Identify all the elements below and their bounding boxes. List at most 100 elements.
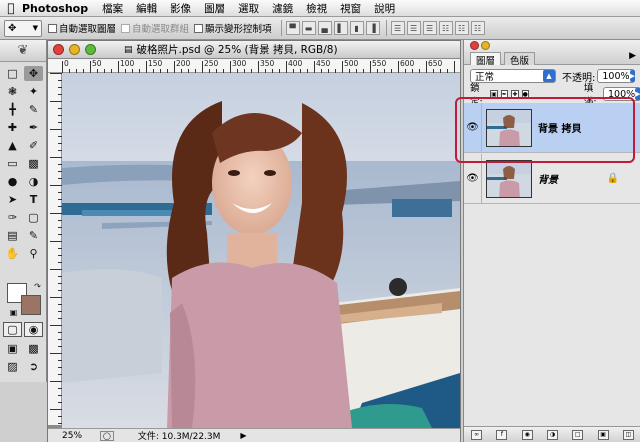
shape-tool-icon[interactable]: ▢ (24, 210, 43, 225)
distribute-right-button[interactable]: ☷ (470, 21, 485, 35)
crop-tool-icon[interactable]: ╋ (3, 102, 22, 117)
marquee-tool-icon[interactable]: □ (3, 66, 22, 81)
slice-tool-icon[interactable]: ✎ (24, 102, 43, 117)
adjustment-layer-icon[interactable]: ◑ (546, 429, 558, 440)
vertical-ruler[interactable] (48, 73, 62, 425)
add-mask-icon[interactable]: ◉ (521, 429, 533, 440)
distribute-bottom-button[interactable]: ☰ (422, 21, 437, 35)
apple-menu-icon[interactable]:  (0, 1, 22, 15)
align-middle-button[interactable]: ▬ (301, 21, 316, 35)
divider (280, 20, 282, 36)
lasso-tool-icon[interactable]: ❃ (3, 84, 22, 99)
ruler-label: 250 (204, 59, 219, 68)
ruler-label: 400 (288, 59, 303, 68)
swap-colors-icon[interactable]: ↷ (28, 279, 47, 294)
background-color-swatch[interactable] (21, 295, 41, 315)
panel-menu-icon[interactable]: ▶ (629, 51, 636, 61)
move-tool-icon[interactable]: ✥ (24, 66, 43, 81)
selection-highlight-outline (455, 97, 635, 163)
default-colors-icon[interactable]: ▣ (4, 305, 23, 320)
photo-image (62, 73, 460, 428)
ruler-label: 550 (372, 59, 387, 68)
show-transform-controls-checkbox[interactable]: 顯示變形控制項 (194, 21, 272, 35)
clone-stamp-tool-icon[interactable]: ▲ (3, 138, 22, 153)
tab-layers[interactable]: 圖層 (470, 52, 502, 67)
options-bar: ✥ ▼ 自動選取圖層 自動選取群組 顯示變形控制項 ▀ ▬ ▄ ▌ ▮ ▐ ☰ … (0, 17, 640, 40)
zoom-tool-icon[interactable]: ⚲ (24, 246, 43, 261)
menu-file[interactable]: 檔案 (102, 1, 123, 16)
distribute-top-button[interactable]: ☰ (390, 21, 405, 35)
screen-mode-full-icon[interactable]: ▩ (24, 341, 43, 356)
menu-image[interactable]: 影像 (170, 1, 191, 16)
tab-channels[interactable]: 色版 (504, 52, 536, 67)
minimize-panel-button[interactable] (481, 41, 490, 50)
zoom-level[interactable]: 25% (62, 431, 82, 441)
link-layers-icon[interactable]: ∞ (471, 429, 483, 440)
auto-select-group-checkbox[interactable]: 自動選取群組 (121, 21, 189, 35)
app-menu[interactable]: Photoshop (22, 2, 88, 15)
auto-select-layer-checkbox[interactable]: 自動選取圖層 (48, 21, 116, 35)
gradient-tool-icon[interactable]: ▩ (24, 156, 43, 171)
photo-canvas[interactable] (62, 73, 460, 428)
brush-tool-icon[interactable]: ✒ (24, 120, 43, 135)
document-title: ▤ 破格照片.psd @ 25% (背景 拷貝, RGB/8) (124, 42, 338, 57)
opacity-input[interactable]: 100% ▶ (597, 69, 636, 83)
align-center-button[interactable]: ▮ (349, 21, 364, 35)
align-bottom-button[interactable]: ▄ (317, 21, 332, 35)
menu-edit[interactable]: 編輯 (136, 1, 157, 16)
tool-preset-picker[interactable]: ✥ ▼ (4, 19, 42, 37)
type-tool-icon[interactable]: T (24, 192, 43, 207)
notes-tool-icon[interactable]: ▤ (3, 228, 22, 243)
screen-mode-fullscreen-icon[interactable]: ▨ (3, 359, 22, 374)
history-brush-tool-icon[interactable]: ✐ (24, 138, 43, 153)
document-size-info: 文件: 10.3M/22.3M (137, 432, 221, 442)
minimize-window-button[interactable] (69, 44, 80, 55)
close-panel-button[interactable] (470, 41, 479, 50)
menu-bar:  Photoshop 檔案 編輯 影像 圖層 選取 濾鏡 檢視 視窗 說明 (0, 0, 640, 17)
menu-filter[interactable]: 濾鏡 (272, 1, 293, 16)
blur-tool-icon[interactable]: ● (3, 174, 22, 189)
status-menu-icon[interactable]: ◯ (100, 430, 114, 441)
opacity-value: 100% (602, 70, 630, 82)
opacity-slider-icon[interactable]: ▶ (629, 70, 635, 82)
dodge-tool-icon[interactable]: ◑ (24, 174, 43, 189)
show-transform-controls-label: 顯示變形控制項 (205, 24, 272, 35)
distribute-middle-button[interactable]: ☰ (406, 21, 421, 35)
close-window-button[interactable] (53, 44, 64, 55)
layer-name[interactable]: 背景 (538, 171, 558, 186)
align-right-button[interactable]: ▐ (365, 21, 380, 35)
document-window: ▤ 破格照片.psd @ 25% (背景 拷貝, RGB/8) 0 50 100 150… (47, 40, 461, 442)
menu-view[interactable]: 檢視 (306, 1, 327, 16)
align-top-button[interactable]: ▀ (285, 21, 300, 35)
jump-to-imageready-icon[interactable]: ➲ (24, 359, 43, 374)
path-selection-tool-icon[interactable]: ➤ (3, 192, 22, 207)
magic-wand-tool-icon[interactable]: ✦ (24, 84, 43, 99)
distribute-center-button[interactable]: ☷ (454, 21, 469, 35)
align-left-button[interactable]: ▌ (333, 21, 348, 35)
status-arrow-icon[interactable]: ▶ (240, 431, 246, 440)
ruler-ticks (62, 61, 455, 73)
menu-window[interactable]: 視窗 (340, 1, 361, 16)
pen-tool-icon[interactable]: ✑ (3, 210, 22, 225)
zoom-window-button[interactable] (85, 44, 96, 55)
ruler-label: 650 (428, 59, 443, 68)
quick-mask-mode-icon[interactable]: ◉ (24, 322, 43, 337)
healing-brush-tool-icon[interactable]: ✚ (3, 120, 22, 135)
distribute-left-button[interactable]: ☷ (438, 21, 453, 35)
new-group-icon[interactable]: □ (572, 429, 584, 440)
menu-layer[interactable]: 圖層 (204, 1, 225, 16)
fill-slider-icon[interactable]: ▶ (635, 88, 640, 100)
eyedropper-tool-icon[interactable]: ✎ (24, 228, 43, 243)
horizontal-ruler[interactable]: 0 50 100 150 200 250 300 350 400 450 500 550 600 650 (48, 59, 460, 73)
trash-icon[interactable]: ◫ (622, 429, 634, 440)
layer-style-icon[interactable]: f (496, 429, 508, 440)
menu-help[interactable]: 說明 (374, 1, 395, 16)
menu-select[interactable]: 選取 (238, 1, 259, 16)
panel-tab-bar: 圖層 色版 ▶ (464, 40, 640, 67)
eraser-tool-icon[interactable]: ▭ (3, 156, 22, 171)
hand-tool-icon[interactable]: ✋ (3, 246, 22, 261)
standard-mode-icon[interactable]: ▢ (3, 322, 22, 337)
screen-mode-standard-icon[interactable]: ▣ (3, 341, 22, 356)
divider (385, 20, 387, 36)
new-layer-icon[interactable]: ▣ (597, 429, 609, 440)
